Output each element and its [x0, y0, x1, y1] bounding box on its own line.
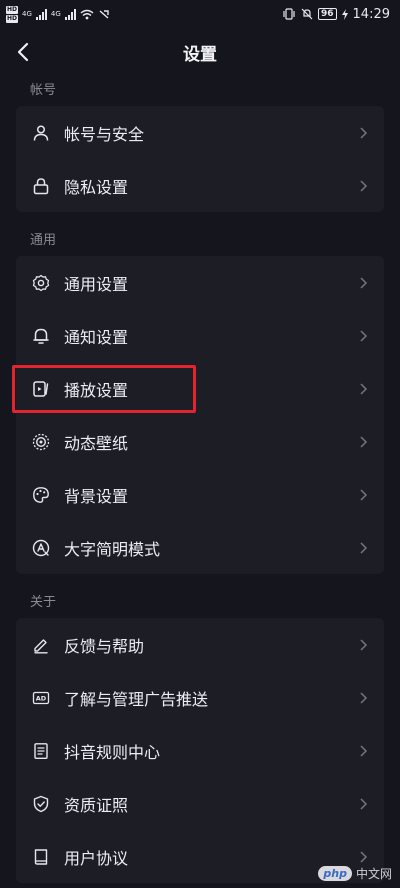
settings-item-large-text-mode[interactable]: 大字简明模式 — [16, 521, 384, 574]
wallpaper-icon — [32, 433, 50, 450]
account-card: 帐号与安全 隐私设置 — [16, 106, 384, 212]
chevron-right-icon — [360, 850, 368, 863]
watermark-text: 中文网 — [355, 867, 392, 881]
settings-item-label: 背景设置 — [64, 486, 129, 506]
chevron-right-icon — [360, 179, 368, 192]
book-icon — [34, 848, 48, 865]
hotspot-icon — [99, 9, 109, 19]
chevron-right-icon — [360, 329, 368, 342]
chevron-right-icon — [360, 638, 368, 651]
battery-indicator: 96 — [318, 8, 337, 20]
svg-text:AD: AD — [36, 694, 47, 702]
settings-item-label: 通用设置 — [64, 274, 129, 294]
settings-item-qualifications[interactable]: 资质证照 — [16, 777, 384, 830]
pen-icon — [34, 638, 48, 653]
signal-icon — [35, 8, 47, 20]
chevron-right-icon — [360, 797, 368, 810]
settings-item-label: 大字简明模式 — [64, 539, 161, 559]
chevron-right-icon — [360, 435, 368, 448]
settings-item-rules-center[interactable]: 抖音规则中心 — [16, 724, 384, 777]
chevron-right-icon — [360, 382, 368, 395]
settings-item-notifications[interactable]: 通知设置 — [16, 309, 384, 362]
chevron-right-icon — [360, 126, 368, 139]
back-arrow-icon[interactable] — [14, 38, 38, 66]
about-card: 反馈与帮助 AD 了解与管理广告推送 抖音规则中心 资质证照 用户协议 — [16, 618, 384, 883]
settings-item-background[interactable]: 背景设置 — [16, 468, 384, 521]
settings-item-label: 通知设置 — [64, 327, 129, 347]
clock: 14:29 — [352, 6, 390, 22]
chevron-right-icon — [360, 541, 368, 554]
page-title: 设置 — [183, 44, 217, 65]
palette-icon — [33, 486, 49, 503]
settings-item-label: 动态壁纸 — [64, 433, 129, 453]
settings-item-live-wallpaper[interactable]: 动态壁纸 — [16, 415, 384, 468]
settings-item-label: 资质证照 — [64, 795, 129, 815]
settings-item-label: 隐私设置 — [64, 177, 129, 197]
section-label-general: 通用 — [30, 233, 57, 248]
nav-bar: 设置 — [0, 28, 400, 76]
settings-item-label: 帐号与安全 — [64, 124, 145, 144]
chevron-right-icon — [360, 691, 368, 704]
settings-item-label: 反馈与帮助 — [64, 636, 145, 656]
settings-item-ad-management[interactable]: AD 了解与管理广告推送 — [16, 671, 384, 724]
large-text-icon — [32, 539, 50, 556]
settings-item-label: 抖音规则中心 — [64, 742, 161, 762]
mute-bell-icon — [301, 8, 313, 20]
ad-icon: AD — [32, 691, 50, 704]
settings-item-general[interactable]: 通用设置 — [16, 256, 384, 309]
settings-item-account-security[interactable]: 帐号与安全 — [16, 106, 384, 159]
network-type-2: 4G — [50, 10, 61, 18]
chevron-right-icon — [360, 744, 368, 757]
vibrate-icon — [283, 8, 295, 20]
signal-icon-2 — [64, 8, 76, 20]
settings-item-feedback-help[interactable]: 反馈与帮助 — [16, 618, 384, 671]
bell-icon — [33, 328, 49, 344]
status-bar: HD HD 4G 4G 96 14:29 — [0, 0, 400, 28]
hd-indicators: HD HD — [6, 5, 19, 23]
hd-badge-2: HD — [6, 14, 19, 23]
wifi-icon — [80, 9, 94, 19]
person-icon — [33, 124, 49, 141]
rules-icon — [34, 742, 48, 759]
network-type-1: 4G — [22, 10, 32, 18]
settings-item-privacy[interactable]: 隐私设置 — [16, 159, 384, 212]
status-bar-left: HD HD 4G 4G — [6, 5, 110, 23]
settings-item-playback[interactable]: 播放设置 — [12, 362, 384, 415]
watermark-logo: php — [318, 866, 352, 881]
general-card: 通用设置 通知设置 播放设置 动态壁纸 背景设置 大字简明模式 — [12, 256, 384, 574]
chevron-right-icon — [360, 488, 368, 501]
settings-item-label: 用户协议 — [64, 848, 129, 868]
status-bar-right: 96 14:29 — [282, 7, 390, 22]
section-label-about: 关于 — [30, 595, 57, 610]
chevron-right-icon — [360, 276, 368, 289]
gear-icon — [32, 274, 50, 291]
charging-icon — [341, 8, 348, 20]
highlight-box — [12, 365, 196, 413]
hd-badge-1: HD — [6, 5, 19, 14]
settings-item-label: 了解与管理广告推送 — [64, 689, 209, 709]
watermark: php 中文网 — [318, 865, 392, 882]
lock-icon — [33, 177, 49, 194]
shield-icon — [33, 795, 49, 812]
section-label-account: 帐号 — [30, 83, 57, 98]
